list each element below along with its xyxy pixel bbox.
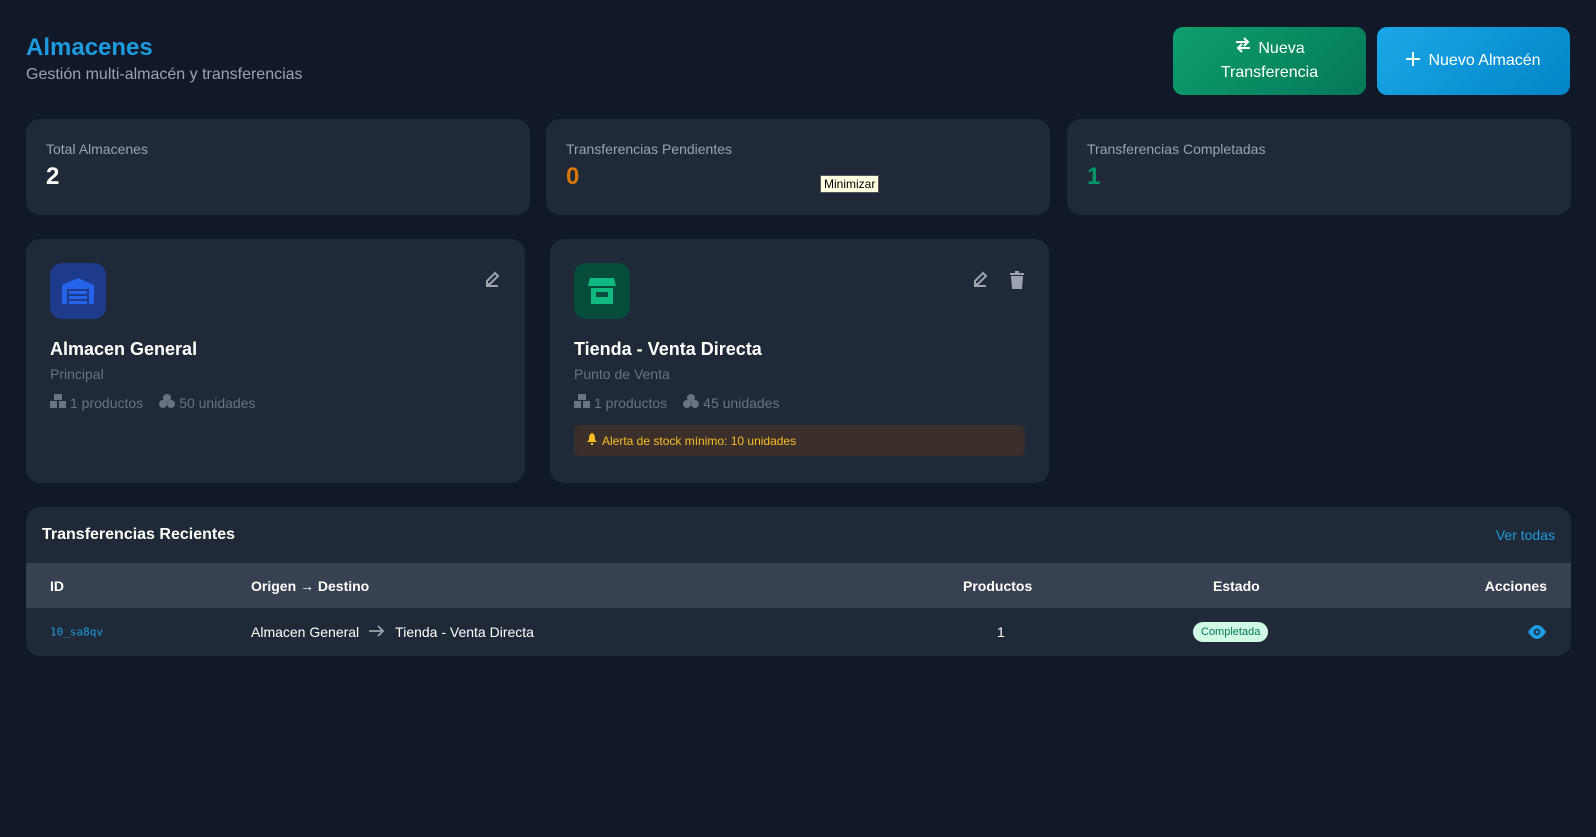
stat-pending-transfers: Transferencias Pendientes 0 xyxy=(546,119,1050,215)
new-transfer-button[interactable]: Nueva Transferencia xyxy=(1173,27,1366,95)
edit-icon[interactable] xyxy=(483,271,501,294)
bell-icon xyxy=(586,433,598,448)
swap-icon xyxy=(1234,37,1252,61)
stat-label: Transferencias Pendientes xyxy=(566,141,733,157)
origin-name: Almacen General xyxy=(251,624,360,640)
warehouse-card: Almacen General Principal 1 productos 50… xyxy=(26,239,525,483)
stat-value: 0 xyxy=(566,163,580,190)
new-transfer-label-2: Transferencia xyxy=(1220,64,1319,81)
store-icon xyxy=(574,263,630,319)
table-header: ID Origen → Destino Productos Estado Acc… xyxy=(26,563,1571,608)
new-warehouse-button[interactable]: Nuevo Almacén xyxy=(1377,27,1570,95)
edit-icon[interactable] xyxy=(971,271,989,294)
tooltip: Minimizar xyxy=(820,175,880,193)
boxes-icon xyxy=(50,394,66,411)
plus-icon xyxy=(1406,51,1421,71)
page-subtitle: Gestión multi-almacén y transferencias xyxy=(26,66,303,83)
boxes-icon xyxy=(574,394,590,411)
warehouse-icon xyxy=(50,263,106,319)
eye-icon[interactable] xyxy=(1527,625,1547,639)
stat-completed-transfers: Transferencias Completadas 1 xyxy=(1067,119,1571,215)
cubes-icon xyxy=(159,394,176,411)
stat-label: Total Almacenes xyxy=(46,141,148,157)
warehouse-units: 50 unidades xyxy=(159,394,255,411)
status-badge: Completada xyxy=(1193,622,1269,642)
transfer-products: 1 xyxy=(997,624,1005,640)
new-warehouse-label: Nuevo Almacén xyxy=(1428,52,1541,69)
cubes-icon xyxy=(683,394,700,411)
stock-alert: Alerta de stock mínimo: 10 unidades xyxy=(574,425,1025,456)
stat-value: 2 xyxy=(46,163,60,190)
transfer-route: Almacen General Tienda - Venta Directa xyxy=(251,624,534,640)
warehouse-units: 45 unidades xyxy=(683,394,779,411)
warehouse-name: Tienda - Venta Directa xyxy=(574,339,762,359)
col-status: Estado xyxy=(1213,577,1260,594)
col-actions: Acciones xyxy=(1484,577,1547,594)
col-id: ID xyxy=(50,577,64,594)
table-row: 10_sa8qv Almacen General Tienda - Venta … xyxy=(26,608,1571,656)
warehouse-name: Almacen General xyxy=(50,339,198,359)
stat-value: 1 xyxy=(1087,163,1101,190)
warehouse-card: Tienda - Venta Directa Punto de Venta 1 … xyxy=(550,239,1049,483)
arrow-right-icon xyxy=(369,624,385,640)
col-products: Productos xyxy=(963,577,1033,594)
warehouse-products: 1 productos xyxy=(574,394,667,411)
destination-name: Tienda - Venta Directa xyxy=(395,624,534,640)
page-header: Almacenes Gestión multi-almacén y transf… xyxy=(26,34,303,84)
warehouse-products: 1 productos xyxy=(50,394,143,411)
warehouse-type: Principal xyxy=(50,366,104,382)
see-all-link[interactable]: Ver todas xyxy=(1496,527,1555,543)
transfer-id[interactable]: 10_sa8qv xyxy=(50,626,103,639)
warehouse-type: Punto de Venta xyxy=(574,366,670,382)
new-transfer-label-1: Nueva xyxy=(1258,40,1305,57)
stat-label: Transferencias Completadas xyxy=(1087,141,1266,157)
stat-total-warehouses: Total Almacenes 2 xyxy=(26,119,530,215)
section-title: Transferencias Recientes xyxy=(42,526,235,543)
trash-icon[interactable] xyxy=(1009,271,1025,294)
col-route: Origen → Destino xyxy=(251,577,370,594)
recent-transfers-card: Transferencias Recientes Ver todas ID Or… xyxy=(26,507,1571,656)
page-title: Almacenes xyxy=(26,34,153,61)
